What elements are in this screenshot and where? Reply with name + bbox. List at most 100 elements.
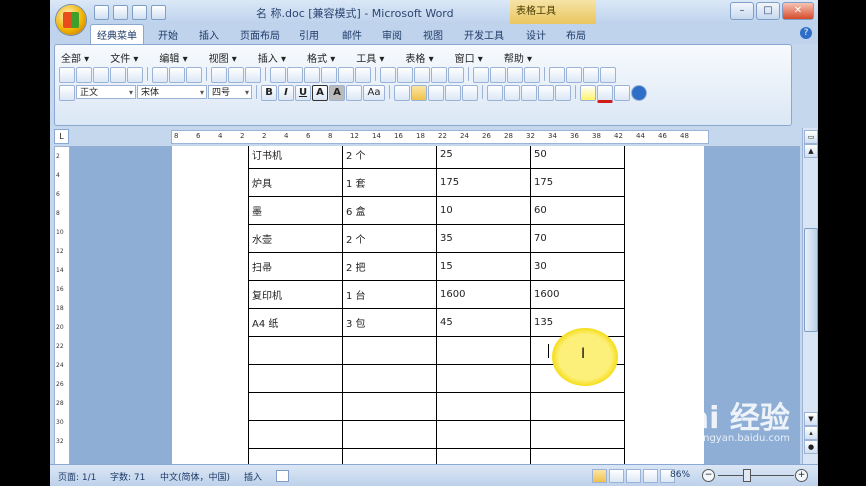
table-cell[interactable]: 10	[436, 196, 531, 225]
menu-window[interactable]: 窗口 ▾	[455, 50, 483, 65]
save-toolbar-icon[interactable]	[93, 67, 109, 83]
translate-icon[interactable]	[186, 67, 202, 83]
full-reading-icon[interactable]	[609, 469, 624, 483]
table-cell[interactable]: 1 套	[342, 168, 437, 197]
word-count-icon[interactable]	[228, 67, 244, 83]
tab-classic-menu[interactable]: 经典菜单	[90, 24, 144, 44]
ruler-toggle-icon[interactable]: ▭	[804, 130, 818, 144]
table-cell[interactable]	[342, 364, 437, 393]
text-style-icon[interactable]	[614, 85, 630, 101]
show-hide-icon[interactable]	[490, 67, 506, 83]
tables-borders-icon[interactable]	[397, 67, 413, 83]
menu-tools[interactable]: 工具 ▾	[356, 50, 384, 65]
office-button[interactable]	[56, 5, 86, 35]
copy-icon[interactable]	[287, 67, 303, 83]
font-color-icon[interactable]	[597, 85, 613, 103]
menu-view[interactable]: 视图 ▾	[209, 50, 237, 65]
table-cell[interactable]: 1 台	[342, 280, 437, 309]
table-cell[interactable]: 2 个	[342, 146, 437, 169]
zoom-level[interactable]: 86%	[670, 470, 690, 480]
align-left-icon[interactable]	[394, 85, 410, 101]
tab-home[interactable]: 开始	[158, 27, 178, 42]
table-cell[interactable]	[248, 420, 343, 449]
web-layout-icon[interactable]	[626, 469, 641, 483]
help-icon[interactable]: ?	[800, 27, 812, 39]
table-cell[interactable]	[248, 336, 343, 365]
format-painter-icon[interactable]	[321, 67, 337, 83]
table-cell[interactable]: 1600	[530, 280, 625, 309]
horizontal-ruler[interactable]: 8 6 4 2 2 4 6 8 12 14 16 18 22 24 26 28 32 34 36 38 42 44 46 48	[171, 130, 709, 144]
table-cell[interactable]	[530, 392, 625, 421]
zoom-icon[interactable]	[507, 67, 523, 83]
hyperlink-icon[interactable]	[380, 67, 396, 83]
zoom-slider-knob[interactable]	[743, 469, 751, 482]
zoom-in-button[interactable]: +	[795, 469, 808, 482]
table-cell[interactable]	[342, 336, 437, 365]
table-cell[interactable]	[530, 420, 625, 449]
menu-all[interactable]: 全部 ▾	[61, 50, 89, 65]
document-map-icon[interactable]	[473, 67, 489, 83]
table-cell[interactable]	[248, 392, 343, 421]
table-cell[interactable]: 25	[436, 146, 531, 169]
new-document-icon[interactable]	[59, 67, 75, 83]
tab-view[interactable]: 视图	[423, 27, 443, 42]
character-border-button[interactable]: A	[312, 85, 328, 101]
close-button[interactable]: ✕	[782, 2, 814, 20]
previous-page-icon[interactable]: ▴	[804, 426, 818, 440]
maximize-button[interactable]: □	[756, 2, 780, 20]
sort-icon[interactable]	[555, 85, 571, 101]
tab-mailings[interactable]: 邮件	[342, 27, 362, 42]
table-cell[interactable]: 扫帚	[248, 252, 343, 281]
highlight-icon[interactable]	[580, 85, 596, 101]
cut-icon[interactable]	[270, 67, 286, 83]
redo-toolbar-icon[interactable]	[355, 67, 371, 83]
table-cell[interactable]: 45	[436, 308, 531, 337]
table-cell[interactable]	[342, 448, 437, 464]
table-cell[interactable]: 35	[436, 224, 531, 253]
table-cell[interactable]	[436, 448, 531, 464]
font-size-select[interactable]: 四号	[208, 85, 252, 100]
word-count[interactable]: 字数: 71	[110, 470, 145, 483]
table-cell[interactable]: 15	[436, 252, 531, 281]
table-cell[interactable]	[436, 392, 531, 421]
undo-icon[interactable]	[113, 5, 128, 20]
print-preview-icon[interactable]	[127, 67, 143, 83]
print-icon[interactable]	[152, 67, 168, 83]
table-cell[interactable]: 70	[530, 224, 625, 253]
styles-icon[interactable]	[583, 67, 599, 83]
vertical-scrollbar[interactable]: ▭ ▲ ▼ ▴ ●	[802, 128, 818, 464]
scroll-up-arrow-icon[interactable]: ▲	[804, 144, 818, 158]
document-page[interactable]: 订书机 2 个 25 50 炉具 1 套 175 175 墨 6 盒 10 60 水壶 2 个 35 70 扫帚…	[172, 146, 704, 464]
permission-icon[interactable]	[110, 67, 126, 83]
table-cell[interactable]: 30	[530, 252, 625, 281]
scrollbar-thumb[interactable]	[804, 228, 818, 332]
tab-insert[interactable]: 插入	[199, 27, 219, 42]
tab-references[interactable]: 引用	[299, 27, 319, 42]
table-cell[interactable]: 2 把	[342, 252, 437, 281]
minimize-button[interactable]: –	[730, 2, 754, 20]
save-icon[interactable]	[94, 5, 109, 20]
shapes-icon[interactable]	[566, 67, 582, 83]
menu-edit[interactable]: 编辑 ▾	[159, 50, 187, 65]
menu-insert[interactable]: 插入 ▾	[258, 50, 286, 65]
bullets-icon[interactable]	[504, 85, 520, 101]
table-cell[interactable]: 订书机	[248, 146, 343, 169]
table-cell[interactable]: 炉具	[248, 168, 343, 197]
table-cell[interactable]	[248, 364, 343, 393]
numbering-icon[interactable]	[487, 85, 503, 101]
customize-qat-icon[interactable]	[151, 5, 166, 20]
undo-toolbar-icon[interactable]	[338, 67, 354, 83]
table-cell[interactable]	[436, 420, 531, 449]
tab-layout[interactable]: 布局	[566, 27, 586, 42]
insert-table-icon[interactable]	[414, 67, 430, 83]
tab-developer[interactable]: 开发工具	[464, 27, 504, 42]
language-indicator[interactable]: 中文(简体，中国)	[160, 470, 230, 483]
print-layout-icon[interactable]	[592, 469, 607, 483]
full-screen-icon[interactable]	[524, 67, 540, 83]
help-circle-icon[interactable]	[631, 85, 647, 101]
select-browse-object-icon[interactable]: ●	[804, 440, 818, 454]
table-cell[interactable]: 175	[436, 168, 531, 197]
thesaurus-icon[interactable]	[245, 67, 261, 83]
table-cell[interactable]	[342, 392, 437, 421]
zoom-out-button[interactable]: −	[702, 469, 715, 482]
